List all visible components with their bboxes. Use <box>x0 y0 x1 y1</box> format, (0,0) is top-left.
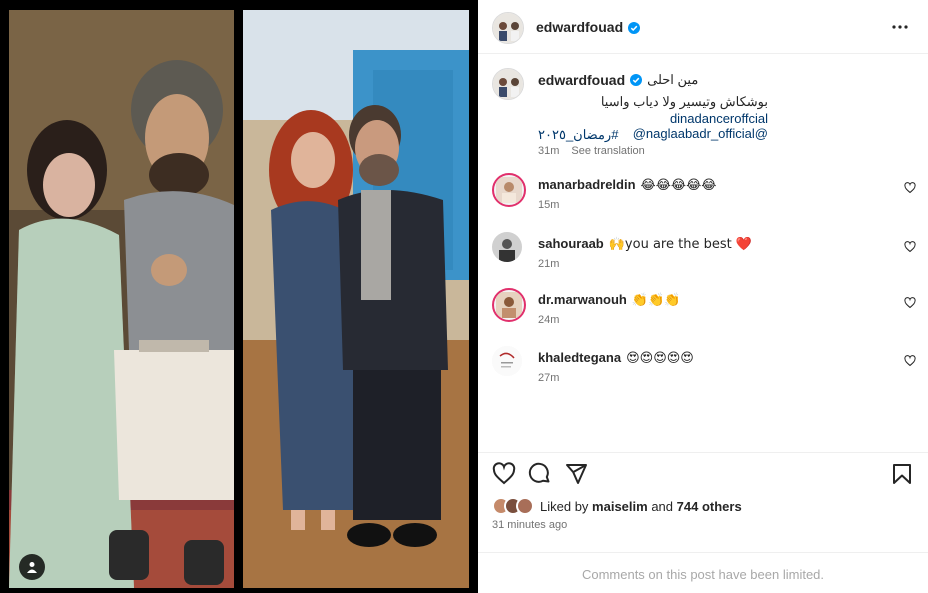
comment-avatar[interactable] <box>492 288 526 322</box>
comment-username[interactable]: khaledtegana <box>538 350 621 365</box>
comment-item: dr.marwanouh 👏👏👏 24m <box>478 288 928 338</box>
comment-avatar[interactable] <box>492 346 522 376</box>
liker-avatar[interactable] <box>516 497 534 515</box>
ellipsis-icon[interactable] <box>888 15 912 39</box>
comment-time[interactable]: 15m <box>538 199 559 211</box>
verified-badge-icon <box>628 21 641 34</box>
liker-username[interactable]: maiselim <box>592 499 648 514</box>
likes-prefix: Liked by <box>540 498 589 514</box>
like-heart-icon[interactable] <box>492 462 516 486</box>
post-panel: edwardfouad edwardfouad مين احلى بوشكاش … <box>478 0 928 593</box>
user-tag-icon[interactable] <box>19 554 45 580</box>
post-media[interactable] <box>0 0 478 593</box>
caption-username[interactable]: edwardfouad <box>538 72 625 88</box>
post-timestamp[interactable]: 31 minutes ago <box>492 519 567 531</box>
comment-like-heart-icon[interactable] <box>904 354 916 367</box>
author-avatar[interactable] <box>492 12 524 44</box>
comment-text: 😍😍😍😍😍 <box>626 351 694 366</box>
comment-item: manarbadreldin 😂😂😂😂😂 15m <box>478 173 928 223</box>
likes-summary: Liked by maiselim and 744 others <box>492 497 742 515</box>
likes-others-link[interactable]: 744 others <box>677 499 742 514</box>
comment-bubble-icon[interactable] <box>528 462 552 486</box>
post-header: edwardfouad <box>478 0 928 54</box>
see-translation-button[interactable]: See translation <box>571 145 644 157</box>
save-bookmark-icon[interactable] <box>890 462 914 486</box>
caption-hashtag[interactable]: #رمضان_٢٠٢٥ <box>538 127 768 143</box>
comment-like-heart-icon[interactable] <box>904 181 916 194</box>
post-photo-left <box>9 10 234 588</box>
comment-username[interactable]: manarbadreldin <box>538 177 636 192</box>
caption-line-2: بوشكاش وتيسير ولا دياب واسيا <box>600 94 768 109</box>
comment-time[interactable]: 27m <box>538 372 559 384</box>
caption-avatar[interactable] <box>492 68 524 100</box>
comment-username[interactable]: dr.marwanouh <box>538 292 627 307</box>
caption-line-1: مين احلى <box>647 72 699 87</box>
comment-username[interactable]: sahouraab <box>538 236 604 251</box>
comment-like-heart-icon[interactable] <box>904 296 916 309</box>
author-username[interactable]: edwardfouad <box>536 19 623 35</box>
comments-limited-notice: Comments on this post have been limited. <box>478 552 928 593</box>
comment-text: 🙌you are the best ❤️ <box>608 237 753 252</box>
likes-and: and <box>651 498 674 514</box>
comment-time[interactable]: 24m <box>538 314 559 326</box>
comment-text: 😂😂😂😂😂 <box>640 178 717 193</box>
post-photo-right <box>243 10 469 588</box>
comment-avatar[interactable] <box>492 173 526 207</box>
comment-item: sahouraab 🙌you are the best ❤️ 21m <box>478 232 928 282</box>
share-send-icon[interactable] <box>564 462 588 486</box>
comment-text: 👏👏👏 <box>631 293 681 308</box>
verified-badge-icon <box>630 74 643 86</box>
comment-time[interactable]: 21m <box>538 258 559 270</box>
comment-avatar[interactable] <box>492 232 522 262</box>
comment-like-heart-icon[interactable] <box>904 240 916 253</box>
comment-item: khaledtegana 😍😍😍😍😍 27m <box>478 346 928 396</box>
caption-time[interactable]: 31m <box>538 145 559 157</box>
post-actions-bar <box>478 452 928 492</box>
